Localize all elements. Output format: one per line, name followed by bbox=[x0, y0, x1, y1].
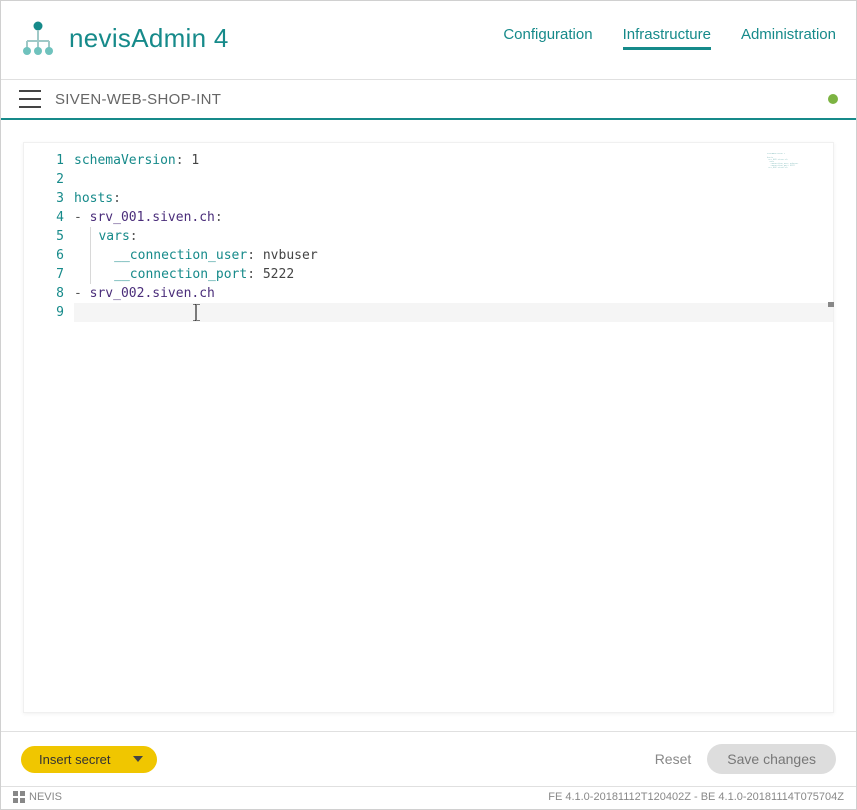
code-line[interactable]: - srv_001.siven.ch: bbox=[74, 208, 833, 227]
line-number: 2 bbox=[24, 170, 64, 189]
code-line[interactable]: - srv_002.siven.ch bbox=[74, 284, 833, 303]
code-line[interactable]: __connection_user: nvbuser bbox=[74, 246, 833, 265]
nav-administration[interactable]: Administration bbox=[741, 26, 836, 50]
save-changes-button[interactable]: Save changes bbox=[707, 744, 836, 774]
text-cursor-icon bbox=[196, 305, 197, 320]
chevron-down-icon bbox=[133, 756, 143, 762]
line-number: 6 bbox=[24, 246, 64, 265]
reset-button[interactable]: Reset bbox=[655, 751, 692, 767]
code-line[interactable]: hosts: bbox=[74, 189, 833, 208]
line-number: 3 bbox=[24, 189, 64, 208]
footer: NEVIS FE 4.1.0-20181112T120402Z - BE 4.1… bbox=[1, 786, 856, 809]
nav-configuration[interactable]: Configuration bbox=[503, 26, 592, 50]
line-number: 4 bbox=[24, 208, 64, 227]
insert-secret-button[interactable]: Insert secret bbox=[21, 746, 157, 773]
line-number: 7 bbox=[24, 265, 64, 284]
top-nav: Configuration Infrastructure Administrat… bbox=[503, 26, 836, 50]
code-line[interactable]: __connection_port: 5222 bbox=[74, 265, 833, 284]
line-number: 9 bbox=[24, 303, 64, 322]
code-line[interactable] bbox=[74, 303, 833, 322]
line-number: 5 bbox=[24, 227, 64, 246]
code-editor[interactable]: 123456789 schemaVersion: 1hosts:- srv_00… bbox=[23, 142, 834, 713]
insert-secret-label: Insert secret bbox=[39, 752, 111, 767]
code-line[interactable] bbox=[74, 170, 833, 189]
editor-container: 123456789 schemaVersion: 1hosts:- srv_00… bbox=[1, 120, 856, 731]
menu-icon[interactable] bbox=[19, 90, 41, 108]
action-bar: Insert secret Reset Save changes bbox=[1, 731, 856, 786]
line-number: 1 bbox=[24, 151, 64, 170]
context-bar: SIVEN-WEB-SHOP-INT bbox=[1, 79, 856, 120]
code-line[interactable]: vars: bbox=[74, 227, 833, 246]
app-title: nevisAdmin 4 bbox=[69, 23, 229, 54]
line-number: 8 bbox=[24, 284, 64, 303]
code-content[interactable]: schemaVersion: 1 hosts:- srv_001.siven.ch… bbox=[74, 143, 833, 712]
app-header: nevisAdmin 4 Configuration Infrastructur… bbox=[1, 1, 856, 79]
line-number-gutter: 123456789 bbox=[24, 143, 74, 712]
vendor-name: NEVIS bbox=[29, 791, 62, 803]
app-logo-icon bbox=[19, 19, 57, 57]
nav-infrastructure[interactable]: Infrastructure bbox=[623, 26, 711, 50]
scrollbar-marker bbox=[828, 302, 834, 307]
breadcrumb: SIVEN-WEB-SHOP-INT bbox=[55, 91, 221, 108]
status-indicator-icon bbox=[828, 94, 838, 104]
version-label: FE 4.1.0-20181112T120402Z - BE 4.1.0-201… bbox=[548, 791, 844, 803]
code-line[interactable]: schemaVersion: 1 bbox=[74, 151, 833, 170]
minimap[interactable]: schemaVersion 1 hosts srv_001.siven.ch v… bbox=[767, 153, 823, 169]
vendor-brand: NEVIS bbox=[13, 791, 62, 803]
logo-block: nevisAdmin 4 bbox=[19, 19, 229, 57]
